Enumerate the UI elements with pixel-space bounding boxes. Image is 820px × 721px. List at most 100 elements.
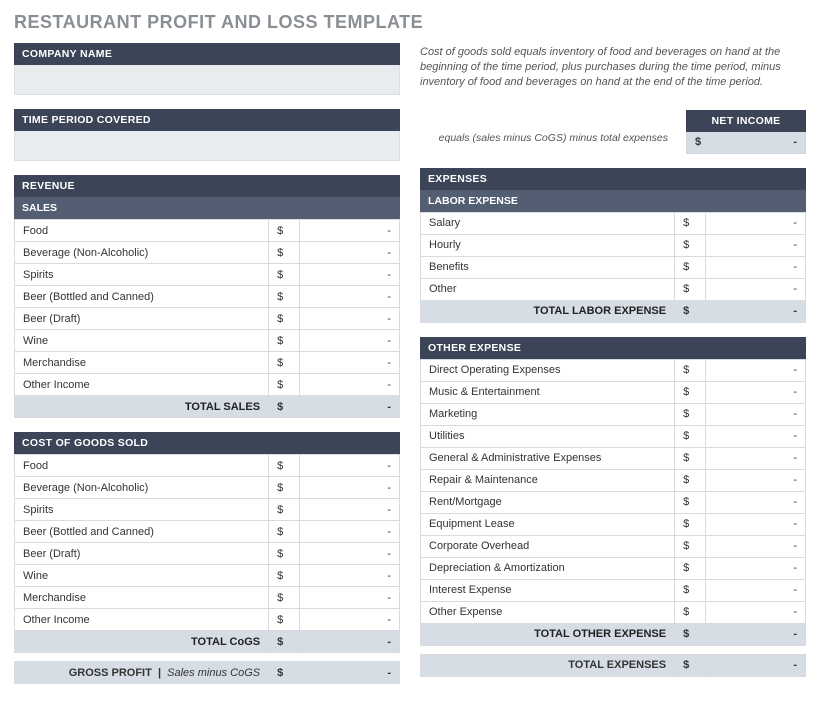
total-value: -	[705, 300, 805, 322]
row-currency[interactable]: $	[675, 535, 706, 557]
row-value[interactable]: -	[299, 587, 399, 609]
row-label: Merchandise	[15, 352, 269, 374]
row-label: General & Administrative Expenses	[421, 447, 675, 469]
row-currency[interactable]: $	[675, 425, 706, 447]
table-row: Hourly$-	[421, 234, 806, 256]
row-currency[interactable]: $	[675, 491, 706, 513]
row-value[interactable]: -	[299, 308, 399, 330]
row-value[interactable]: -	[705, 234, 805, 256]
total-currency: $	[675, 623, 706, 645]
row-value[interactable]: -	[705, 425, 805, 447]
netincome-note: equals (sales minus CoGS) minus total ex…	[420, 110, 676, 144]
row-value[interactable]: -	[299, 477, 399, 499]
row-value[interactable]: -	[299, 499, 399, 521]
time-period-header: TIME PERIOD COVERED	[14, 109, 400, 131]
row-label: Spirits	[15, 264, 269, 286]
total-label: TOTAL SALES	[15, 396, 269, 418]
row-label: Wine	[15, 330, 269, 352]
table-row: Interest Expense$-	[421, 579, 806, 601]
row-value[interactable]: -	[705, 359, 805, 381]
table-row: Merchandise$-	[15, 587, 400, 609]
row-label: Marketing	[421, 403, 675, 425]
row-value[interactable]: -	[705, 256, 805, 278]
row-value[interactable]: -	[299, 565, 399, 587]
row-value[interactable]: -	[299, 609, 399, 631]
row-currency[interactable]: $	[269, 477, 300, 499]
row-value[interactable]: -	[299, 330, 399, 352]
table-row: Marketing$-	[421, 403, 806, 425]
row-currency[interactable]: $	[269, 499, 300, 521]
row-value[interactable]: -	[705, 513, 805, 535]
row-value[interactable]: -	[299, 264, 399, 286]
total-expenses-row: TOTAL EXPENSES $ -	[420, 654, 806, 677]
row-currency[interactable]: $	[675, 212, 706, 234]
row-currency[interactable]: $	[675, 579, 706, 601]
row-currency[interactable]: $	[675, 447, 706, 469]
row-label: Utilities	[421, 425, 675, 447]
row-value[interactable]: -	[705, 403, 805, 425]
row-value[interactable]: -	[705, 579, 805, 601]
row-label: Salary	[421, 212, 675, 234]
row-label: Beverage (Non-Alcoholic)	[15, 242, 269, 264]
table-row: Wine$-	[15, 565, 400, 587]
row-currency[interactable]: $	[675, 601, 706, 623]
row-currency[interactable]: $	[269, 609, 300, 631]
total-currency: $	[675, 300, 706, 322]
row-currency[interactable]: $	[675, 359, 706, 381]
row-value[interactable]: -	[705, 447, 805, 469]
row-value[interactable]: -	[299, 286, 399, 308]
row-currency[interactable]: $	[269, 352, 300, 374]
row-currency[interactable]: $	[269, 286, 300, 308]
table-row: Food$-	[15, 455, 400, 477]
row-currency[interactable]: $	[675, 381, 706, 403]
row-value[interactable]: -	[705, 535, 805, 557]
row-value[interactable]: -	[299, 521, 399, 543]
total-expenses-value: -	[705, 654, 805, 676]
row-value[interactable]: -	[705, 381, 805, 403]
row-currency[interactable]: $	[675, 278, 706, 300]
row-label: Beer (Draft)	[15, 543, 269, 565]
row-currency[interactable]: $	[675, 403, 706, 425]
row-value[interactable]: -	[705, 278, 805, 300]
company-name-input[interactable]	[14, 65, 400, 95]
row-currency[interactable]: $	[269, 220, 300, 242]
table-row: Utilities$-	[421, 425, 806, 447]
row-value[interactable]: -	[299, 220, 399, 242]
netincome-value: -	[701, 136, 797, 148]
gross-profit-label: GROSS PROFIT | Sales minus CoGS	[15, 662, 269, 684]
row-currency[interactable]: $	[269, 565, 300, 587]
row-value[interactable]: -	[299, 374, 399, 396]
row-value[interactable]: -	[299, 543, 399, 565]
row-value[interactable]: -	[705, 601, 805, 623]
row-currency[interactable]: $	[675, 513, 706, 535]
row-value[interactable]: -	[705, 557, 805, 579]
row-label: Other	[421, 278, 675, 300]
row-currency[interactable]: $	[675, 557, 706, 579]
row-currency[interactable]: $	[269, 242, 300, 264]
total-value: -	[705, 623, 805, 645]
row-value[interactable]: -	[299, 242, 399, 264]
row-value[interactable]: -	[705, 469, 805, 491]
row-value[interactable]: -	[705, 491, 805, 513]
row-value[interactable]: -	[705, 212, 805, 234]
row-currency[interactable]: $	[269, 587, 300, 609]
row-currency[interactable]: $	[269, 330, 300, 352]
gross-profit-currency: $	[269, 662, 300, 684]
row-currency[interactable]: $	[675, 234, 706, 256]
table-row: Beer (Draft)$-	[15, 308, 400, 330]
row-currency[interactable]: $	[269, 308, 300, 330]
table-row: General & Administrative Expenses$-	[421, 447, 806, 469]
row-currency[interactable]: $	[675, 256, 706, 278]
table-row: Beer (Draft)$-	[15, 543, 400, 565]
row-value[interactable]: -	[299, 352, 399, 374]
row-currency[interactable]: $	[269, 521, 300, 543]
row-currency[interactable]: $	[269, 543, 300, 565]
row-currency[interactable]: $	[269, 264, 300, 286]
row-currency[interactable]: $	[269, 374, 300, 396]
netincome-value-cell: $ -	[686, 132, 806, 154]
time-period-input[interactable]	[14, 131, 400, 161]
row-value[interactable]: -	[299, 455, 399, 477]
row-currency[interactable]: $	[675, 469, 706, 491]
row-currency[interactable]: $	[269, 455, 300, 477]
total-label: TOTAL CoGS	[15, 631, 269, 653]
